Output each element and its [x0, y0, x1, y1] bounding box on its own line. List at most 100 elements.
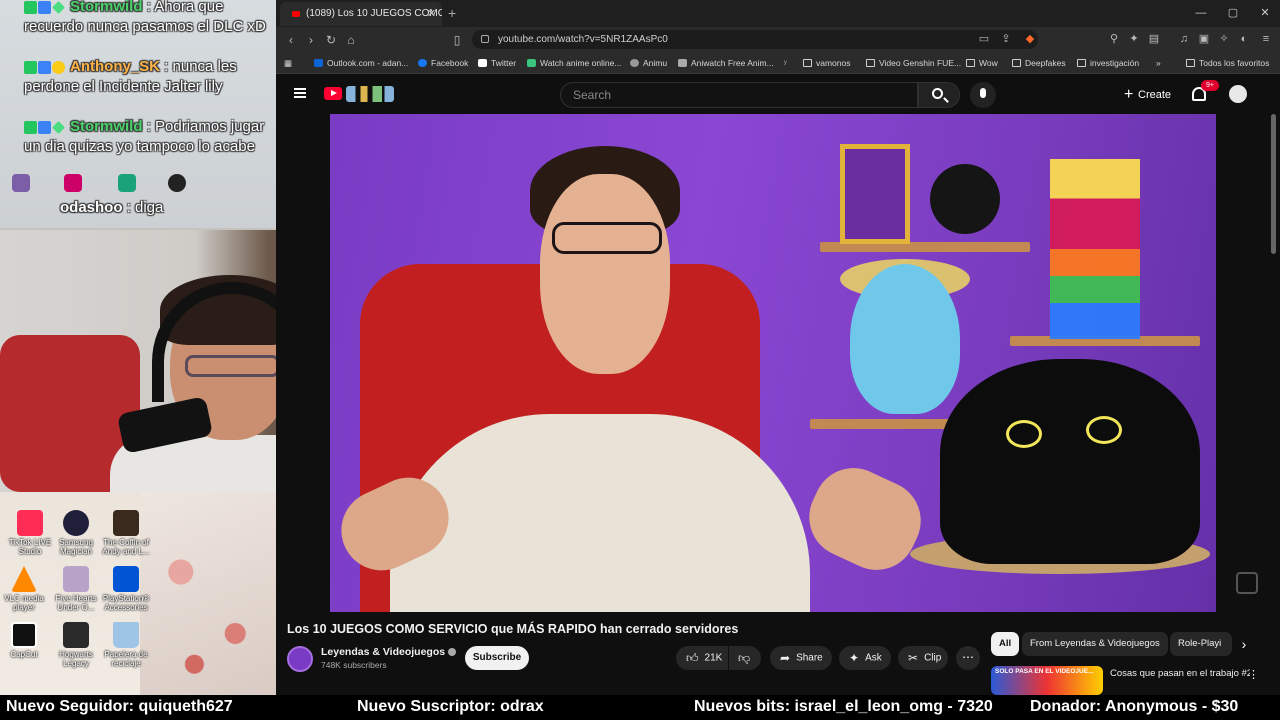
new-tab-button[interactable]: +	[448, 4, 456, 22]
voice-search-button[interactable]	[970, 82, 996, 108]
capcut-icon	[11, 622, 37, 648]
home-icon[interactable]: ⌂	[342, 31, 360, 49]
bookmark-watch-anime[interactable]: Watch anime online...	[527, 55, 621, 71]
bookmark-outlook[interactable]: Outlook.com - adan...	[314, 55, 408, 71]
youtube-logo-icon[interactable]	[324, 87, 342, 100]
more-actions-button[interactable]: ⋯	[956, 646, 980, 670]
outlook-icon	[314, 59, 323, 67]
create-button[interactable]: + Create	[1116, 82, 1176, 108]
browser-tab-active[interactable]: (1089) Los 10 JUEGOS COMO SE ✕	[280, 2, 442, 26]
chevron-right-icon[interactable]: ›	[1234, 632, 1254, 656]
youtube-doodle[interactable]	[346, 86, 394, 102]
bookmark-label: Todos los favoritos	[1199, 58, 1270, 68]
bookmark-twitter[interactable]: Twitter	[478, 55, 516, 71]
subscriber-count: 748K subscribers	[321, 660, 387, 670]
more-vert-icon[interactable]: ⋮	[1248, 668, 1259, 681]
ticker-donor: Donador: Anonymous - $30	[1030, 698, 1239, 715]
site-info-icon[interactable]	[481, 35, 489, 43]
desktop-icon-label: VLC media player	[4, 594, 44, 612]
close-window-button[interactable]: ✕	[1250, 4, 1280, 22]
apps-grid-icon[interactable]: ▦	[284, 55, 292, 71]
maximize-button[interactable]: ▢	[1218, 4, 1248, 22]
forward-button[interactable]: ›	[302, 31, 320, 49]
video-person-head	[540, 174, 670, 374]
menu-icon[interactable]: ≡	[1258, 31, 1274, 47]
brave-shield-icon[interactable]: ◆	[1022, 31, 1038, 47]
install-app-icon[interactable]: ▭	[976, 31, 992, 47]
leo-ai-icon[interactable]: ✧	[1216, 31, 1232, 47]
playstation-icon	[113, 566, 139, 592]
channel-avatar[interactable]	[287, 646, 313, 672]
bookmark-folder-wow[interactable]: Wow	[966, 55, 998, 71]
url-field[interactable]: youtube.com/watch?v=5NR1ZAAsPc0	[472, 30, 1038, 49]
vpn-icon[interactable]: ◐	[1236, 31, 1252, 47]
hamburger-menu-icon[interactable]	[294, 88, 306, 98]
all-bookmarks-folder[interactable]: Todos los favoritos	[1186, 55, 1269, 71]
subscribe-button[interactable]: Subscribe	[465, 646, 529, 670]
clip-button[interactable]: ✂ Clip	[898, 646, 948, 670]
url-text: youtube.com/watch?v=5NR1ZAAsPc0	[498, 34, 668, 45]
minimize-button[interactable]: —	[1186, 4, 1216, 22]
channel-name[interactable]: Leyendas & Videojuegos	[321, 646, 457, 659]
recommended-thumbnail[interactable]: SOLO PASA EN EL VIDEOJUE...	[991, 666, 1103, 695]
shortcut-icon	[64, 174, 82, 192]
folder-icon	[1012, 59, 1021, 67]
folder-icon	[803, 59, 812, 67]
glasses	[185, 355, 280, 377]
video-vaporeon-plush	[850, 264, 960, 414]
reload-button[interactable]: ↻	[322, 31, 340, 49]
channel-watermark-icon[interactable]	[1236, 572, 1258, 594]
search-button[interactable]	[918, 82, 960, 108]
chip-from-channel[interactable]: From Leyendas & Videojuegos	[1022, 632, 1168, 656]
bookmark-label: Animu	[643, 58, 668, 68]
music-icon[interactable]: ♫	[1176, 31, 1192, 47]
back-button[interactable]: ‹	[282, 31, 300, 49]
extension-icon[interactable]: ⚲	[1106, 31, 1122, 47]
samsung-icon	[63, 510, 89, 536]
chip-all[interactable]: All	[991, 632, 1020, 656]
chat-username: Stormwild	[70, 0, 143, 15]
shortcut-icon	[118, 174, 136, 192]
bookmark-folder-investigacion[interactable]: investigación	[1077, 55, 1139, 71]
ask-button[interactable]: ✦ Ask	[839, 646, 891, 670]
recommended-title[interactable]: Cosas que pasan en el trabajo #2	[1110, 667, 1250, 680]
close-tab-icon[interactable]: ✕	[427, 2, 436, 26]
bookmark-folder-vamonos[interactable]: vamonos	[803, 55, 851, 71]
video-player[interactable]	[330, 114, 1216, 612]
bookmark-label: Aniwatch Free Anim...	[691, 58, 774, 68]
desktop-icon-label: Five Hearts Under O...	[55, 594, 97, 612]
share-label: Share	[796, 652, 823, 664]
desktop-icon-label: CapCut	[10, 650, 38, 659]
sparkle-icon: ✦	[849, 651, 860, 665]
more-bookmarks-icon[interactable]: »	[1156, 55, 1161, 71]
bookmark-icon[interactable]: ▯	[448, 31, 466, 49]
desktop-icon-recycle-bin[interactable]: Papelera de reciclaje	[96, 622, 156, 668]
video-cat-eye	[1086, 416, 1122, 444]
video-right-hand	[796, 454, 934, 584]
desktop-icon-label: Papelera de reciclaje	[104, 650, 148, 668]
chat-text: : diga	[126, 199, 164, 216]
desktop-icon-playstation[interactable]: PlayStation® Accessories	[96, 566, 156, 612]
like-button[interactable]: 👍︎ 21K	[676, 646, 728, 670]
search-input[interactable]: Search	[560, 82, 918, 108]
desktop-icon-coffin[interactable]: The Coffin of Andy and L...	[96, 510, 156, 556]
chip-role-playing[interactable]: Role-Playi	[1170, 632, 1232, 656]
bookmark-facebook[interactable]: Facebook	[418, 55, 468, 71]
share-page-icon[interactable]: ⇪	[998, 31, 1014, 47]
bookmark-animu[interactable]: Animu	[630, 55, 667, 71]
wallet-icon[interactable]: ▣	[1196, 31, 1212, 47]
page-scrollbar[interactable]	[1271, 114, 1276, 254]
chat-badges	[24, 57, 66, 77]
bookmark-folder-deepfakes[interactable]: Deepfakes	[1012, 55, 1066, 71]
dislike-button[interactable]: 👎︎	[729, 646, 761, 670]
share-button[interactable]: ➦ Share	[770, 646, 832, 670]
bookmark-folder-genshin[interactable]: Video Genshin FUE...	[866, 55, 961, 71]
sidebar-icon[interactable]: ▤	[1146, 31, 1162, 47]
bookmark-aniwatch[interactable]: Aniwatch Free Anim...	[678, 55, 774, 71]
puzzle-icon[interactable]: ✦	[1126, 31, 1142, 47]
video-shelf	[810, 419, 950, 429]
sub-badge-icon	[38, 120, 51, 134]
stream-alerts-ticker: Nuevo Seguidor: quiqueth627 Nuevo Suscri…	[0, 695, 1280, 720]
ask-label: Ask	[865, 652, 882, 664]
account-avatar[interactable]	[1229, 85, 1247, 103]
